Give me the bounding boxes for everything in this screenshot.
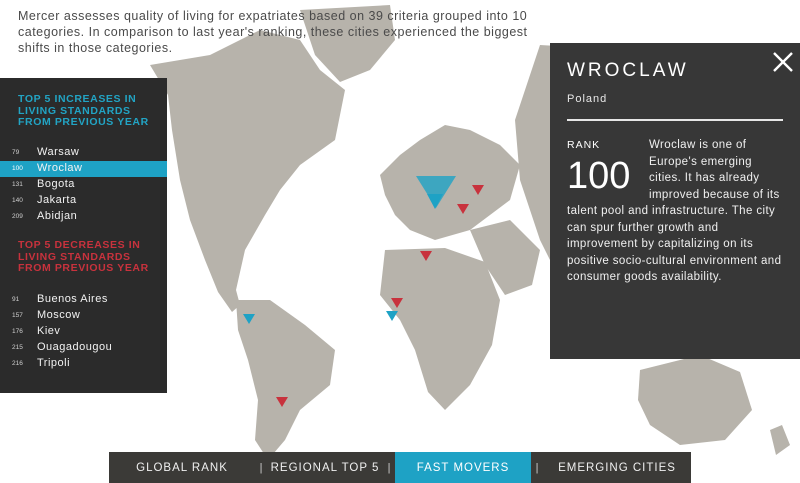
- list-item-rank: 131: [12, 181, 23, 188]
- list-item-city: Tripoli: [37, 357, 71, 369]
- list-item-ouagadougou[interactable]: 215 Ouagadougou: [0, 340, 167, 356]
- list-item-warsaw[interactable]: 79 Warsaw: [0, 145, 167, 161]
- list-item-city: Abidjan: [37, 210, 78, 222]
- increase-marker-icon[interactable]: [386, 311, 398, 321]
- list-item-wroclaw[interactable]: 100 Wroclaw: [0, 161, 167, 177]
- list-item-city: Kiev: [37, 325, 61, 337]
- list-item-city: Bogota: [37, 178, 75, 190]
- tab-emerging-cities[interactable]: EMERGING CITIES: [543, 452, 691, 483]
- list-item-tripoli[interactable]: 216 Tripoli: [0, 356, 167, 372]
- list-item-city: Wroclaw: [37, 162, 83, 174]
- list-item-city: Warsaw: [37, 146, 80, 158]
- list-item-rank: 176: [12, 328, 23, 335]
- intro-text: Mercer assesses quality of living for ex…: [18, 9, 528, 55]
- list-item-abidjan[interactable]: 209 Abidjan: [0, 209, 167, 225]
- list-item-rank: 91: [12, 296, 20, 303]
- landmass-south-america: [236, 300, 335, 460]
- detail-city-name: WROCLAW: [567, 60, 689, 81]
- list-item-jakarta[interactable]: 140 Jakarta: [0, 193, 167, 209]
- list-item-city: Moscow: [37, 309, 81, 321]
- list-item-rank: 100: [12, 165, 23, 172]
- tab-separator: |: [535, 461, 539, 474]
- increases-list: 79 Warsaw 100 Wroclaw 131 Bogota 140 Jak…: [0, 145, 167, 225]
- tab-global-rank[interactable]: GLOBAL RANK: [109, 452, 255, 483]
- city-detail-card: WROCLAW Poland RANK 100 Wroclaw is one o…: [550, 43, 800, 359]
- list-item-bogota[interactable]: 131 Bogota: [0, 177, 167, 193]
- list-item-city: Ouagadougou: [37, 341, 113, 353]
- list-item-rank: 157: [12, 312, 23, 319]
- list-item-rank: 216: [12, 360, 23, 367]
- increases-title: TOP 5 INCREASES IN LIVING STANDARDS FROM…: [18, 93, 149, 128]
- list-item-kiev[interactable]: 176 Kiev: [0, 324, 167, 340]
- landmass-australia: [638, 355, 752, 445]
- landmass-north-america: [150, 30, 345, 312]
- tab-regional-top-5[interactable]: REGIONAL TOP 5: [267, 452, 383, 483]
- close-icon[interactable]: [771, 50, 795, 74]
- list-item-rank: 140: [12, 197, 23, 204]
- list-item-rank: 209: [12, 213, 23, 220]
- fast-movers-panel: TOP 5 INCREASES IN LIVING STANDARDS FROM…: [0, 78, 167, 393]
- landmass-africa: [380, 248, 500, 410]
- detail-country: Poland: [567, 93, 608, 105]
- tab-separator: |: [259, 461, 263, 474]
- tab-separator: |: [387, 461, 391, 474]
- landmass-new-zealand: [770, 425, 790, 455]
- detail-description: Wroclaw is one of Europe's emerging citi…: [567, 139, 782, 283]
- list-item-moscow[interactable]: 157 Moscow: [0, 308, 167, 324]
- detail-divider: [567, 119, 783, 121]
- list-item-city: Buenos Aires: [37, 293, 108, 305]
- list-item-rank: 215: [12, 344, 23, 351]
- list-item-buenos-aires[interactable]: 91 Buenos Aires: [0, 292, 167, 308]
- decreases-list: 91 Buenos Aires 157 Moscow 176 Kiev 215 …: [0, 292, 167, 372]
- tab-fast-movers[interactable]: FAST MOVERS: [395, 452, 531, 483]
- list-item-rank: 79: [12, 149, 20, 156]
- decreases-title: TOP 5 DECREASES IN LIVING STANDARDS FROM…: [18, 239, 149, 274]
- view-tabs: GLOBAL RANK | REGIONAL TOP 5 | FAST MOVE…: [109, 452, 691, 483]
- list-item-city: Jakarta: [37, 194, 77, 206]
